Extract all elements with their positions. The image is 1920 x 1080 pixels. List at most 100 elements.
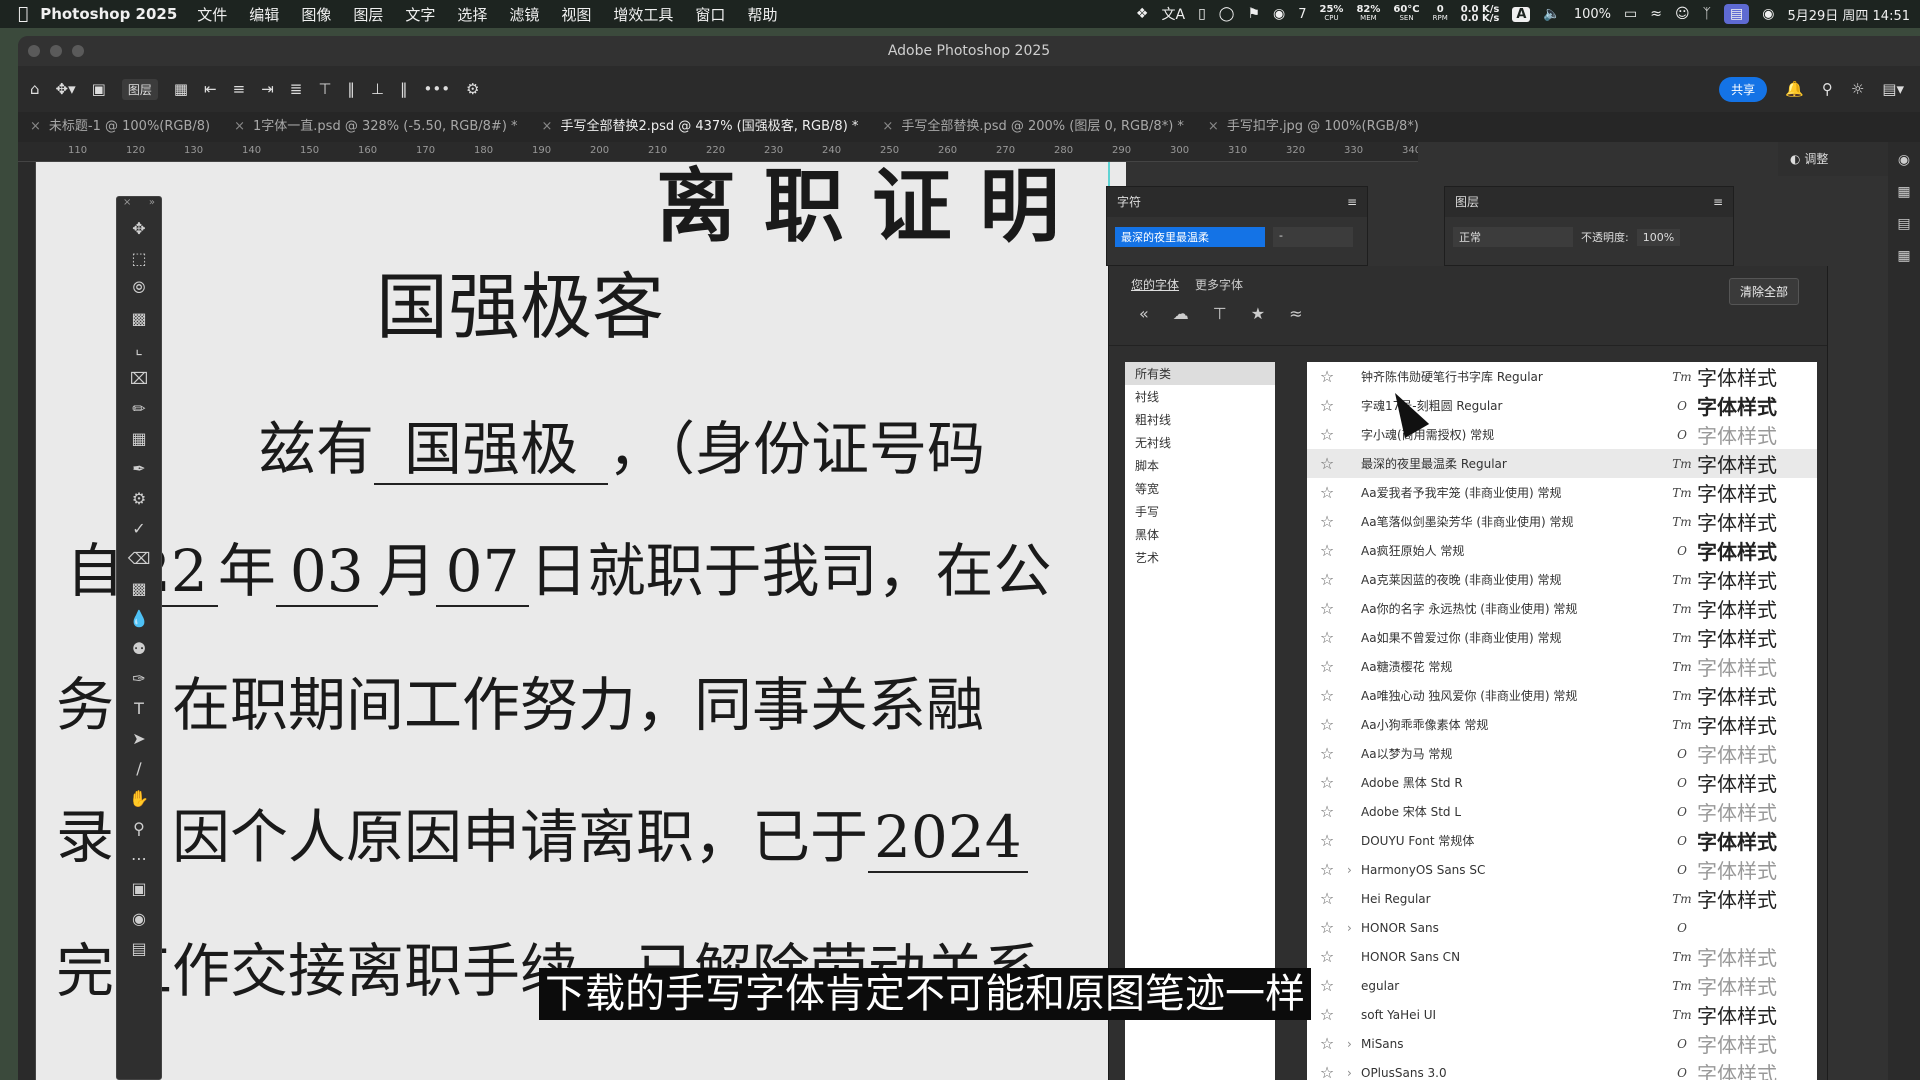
eyedropper-icon[interactable]: ✏ <box>117 393 161 423</box>
font-row[interactable]: ☆ › MiSans O 字体样式 <box>1307 1029 1817 1058</box>
favorite-star-icon[interactable]: ☆ <box>1307 860 1347 879</box>
favorite-star-icon[interactable]: ☆ <box>1307 918 1347 937</box>
layer-select-dropdown[interactable]: 图层 <box>121 78 158 100</box>
brush-tool-icon[interactable]: ✒ <box>117 453 161 483</box>
home-icon[interactable]: ⌂ <box>30 80 40 98</box>
bookmark-icon[interactable]: ⚑ <box>1247 6 1260 22</box>
share-button[interactable]: 共享 <box>1719 76 1768 102</box>
favorite-star-icon[interactable]: ☆ <box>1307 773 1347 792</box>
favorite-star-icon[interactable]: ☆ <box>1307 1034 1347 1053</box>
favorite-star-icon[interactable]: ☆ <box>1307 1005 1347 1024</box>
font-row[interactable]: ☆ soft YaHei UI Tт 字体样式 <box>1307 1000 1817 1029</box>
menu-help[interactable]: 帮助 <box>747 4 777 25</box>
favorite-star-icon[interactable]: ☆ <box>1307 599 1347 618</box>
favorite-star-icon[interactable]: ☆ <box>1307 570 1347 589</box>
category-monospace[interactable]: 等宽 <box>1125 477 1275 500</box>
favorite-star-icon[interactable]: ☆ <box>1307 483 1347 502</box>
hand-tool-icon[interactable]: ✋ <box>117 783 161 813</box>
blur-icon[interactable]: 💧 <box>117 603 161 633</box>
variable-font-icon[interactable]: ⊤ <box>1213 304 1227 323</box>
adjustments-tab[interactable]: ◐ 调整 <box>1778 142 1888 176</box>
favorite-star-icon[interactable]: ☆ <box>1307 396 1347 415</box>
expand-chevron-icon[interactable]: › <box>1347 863 1361 877</box>
menu-type[interactable]: 文字 <box>405 4 435 25</box>
font-row[interactable]: ☆ Aa疯狂原始人 常规 O 字体样式 <box>1307 536 1817 565</box>
history-brush-icon[interactable]: ✓ <box>117 513 161 543</box>
gradient-icon[interactable]: ▩ <box>117 573 161 603</box>
expand-chevron-icon[interactable]: › <box>1347 1037 1361 1051</box>
menu-select[interactable]: 选择 <box>457 4 487 25</box>
battery-icon[interactable]: ▭ <box>1624 6 1637 22</box>
font-row[interactable]: ☆ Aa笔落似剑墨染芳华 (非商业使用) 常规 Tт 字体样式 <box>1307 507 1817 536</box>
expand-chevron-icon[interactable]: › <box>1347 1066 1361 1080</box>
auto-select-icon[interactable]: ▣ <box>92 80 106 98</box>
sen-stat[interactable]: 60°C SEN <box>1393 5 1419 23</box>
healing-brush-icon[interactable]: ▦ <box>117 423 161 453</box>
favorite-star-icon[interactable]: ☆ <box>1307 744 1347 763</box>
favorite-star-icon[interactable]: ☆ <box>1307 367 1347 386</box>
document-canvas[interactable]: 离 职 证 明 国强极客 兹有 国强极 ，（身份证号码 自 22 年 03 月 07 日就职于我… <box>36 162 1126 1080</box>
tab-handwriting-replace-2[interactable]: × 手写全部替换2.psd @ 437% (国强极客, RGB/8) * <box>530 112 871 142</box>
favorite-star-icon[interactable]: ☆ <box>1307 1063 1347 1080</box>
type-tool-icon[interactable]: T <box>117 693 161 723</box>
category-decorative[interactable]: 艺术 <box>1125 546 1275 569</box>
zoom-tool-icon[interactable]: ⚲ <box>117 813 161 843</box>
font-style-dropdown[interactable]: - <box>1273 227 1353 247</box>
font-row[interactable]: ☆ HONOR Sans CN Tт 字体样式 <box>1307 942 1817 971</box>
font-row[interactable]: ☆ Aa你的名字 永远热忱 (非商业使用) 常规 Tт 字体样式 <box>1307 594 1817 623</box>
font-row[interactable]: ☆ Aa小狗乖乖像素体 常规 Tт 字体样式 <box>1307 710 1817 739</box>
blend-mode-dropdown[interactable]: 正常 <box>1453 227 1573 247</box>
close-tab-icon[interactable]: × <box>542 119 553 134</box>
eraser-icon[interactable]: ⌫ <box>117 543 161 573</box>
tab-handwriting-replace[interactable]: × 手写全部替换.psd @ 200% (图层 0, RGB/8*) * <box>870 112 1196 142</box>
app-name[interactable]: Photoshop 2025 <box>40 5 177 23</box>
cloud-filter-icon[interactable]: ☁ <box>1173 304 1189 323</box>
more-tools-icon[interactable]: ⋯ <box>117 843 161 873</box>
search-icon[interactable]: ⚲ <box>1822 80 1833 98</box>
horizontal-ruler[interactable]: 110 120 130 140 150 160 170 180 190 200 … <box>18 142 1418 162</box>
distribute-vertical-icon[interactable]: ‖ <box>400 80 408 98</box>
align-center-icon[interactable]: ≡ <box>233 80 246 98</box>
favorite-star-icon[interactable]: ☆ <box>1307 976 1347 995</box>
menu-image[interactable]: 图像 <box>301 4 331 25</box>
close-icon[interactable]: × <box>123 197 131 213</box>
settings-gear-icon[interactable]: ⚙ <box>466 80 479 98</box>
menu-filter[interactable]: 滤镜 <box>509 4 539 25</box>
wifi-icon[interactable]: ≈ <box>1650 6 1662 22</box>
table-icon[interactable]: ▦ <box>1897 184 1910 200</box>
favorite-star-icon[interactable]: ☆ <box>1307 802 1347 821</box>
transform-controls-icon[interactable]: ▦ <box>174 80 188 98</box>
clear-all-button[interactable]: 清除全部 <box>1728 278 1799 305</box>
user-icon[interactable]: ☺ <box>1675 6 1690 22</box>
app-icon[interactable]: ❖ <box>1136 6 1149 22</box>
close-tab-icon[interactable]: × <box>30 119 41 134</box>
favorite-star-icon[interactable]: ☆ <box>1307 889 1347 908</box>
tab-your-fonts[interactable]: 您的字体 <box>1131 276 1179 293</box>
font-row[interactable]: ☆ Adobe 黑体 Std R O 字体样式 <box>1307 768 1817 797</box>
menu-edit[interactable]: 编辑 <box>249 4 279 25</box>
category-sans-serif[interactable]: 无衬线 <box>1125 431 1275 454</box>
distribute-icon[interactable]: ≣ <box>290 80 303 98</box>
stamp-tool-icon[interactable]: ⚙ <box>117 483 161 513</box>
category-script[interactable]: 脚本 <box>1125 454 1275 477</box>
dodge-icon[interactable]: ⚉ <box>117 633 161 663</box>
frame-tool-icon[interactable]: ⌧ <box>117 363 161 393</box>
category-handwritten[interactable]: 手写 <box>1125 500 1275 523</box>
font-row[interactable]: ☆ Adobe 宋体 Std L O 字体样式 <box>1307 797 1817 826</box>
path-select-icon[interactable]: ➤ <box>117 723 161 753</box>
font-row[interactable]: ☆ 最深的夜里最温柔 Regular Tт 字体样式 <box>1307 449 1817 478</box>
grid-panel-icon[interactable]: ▦ <box>1897 248 1910 264</box>
input-method[interactable]: A <box>1512 6 1531 22</box>
favorite-star-icon[interactable]: ☆ <box>1307 715 1347 734</box>
minimize-window-button[interactable] <box>50 45 62 57</box>
line-tool-icon[interactable]: ∕ <box>117 753 161 783</box>
bluetooth-icon[interactable]: ᛉ <box>1703 6 1711 22</box>
screen-mode-icon[interactable]: ▤ <box>117 933 161 963</box>
favorite-star-icon[interactable]: ☆ <box>1307 454 1347 473</box>
pill-icon[interactable]: ▯ <box>1198 6 1206 22</box>
discover-icon[interactable]: ☼ <box>1851 80 1864 98</box>
move-tool-icon[interactable]: ✥▾ <box>56 80 76 98</box>
opacity-field[interactable]: 100% <box>1636 228 1681 246</box>
font-row[interactable]: ☆ Aa唯独心动 独风爱你 (非商业使用) 常规 Tт 字体样式 <box>1307 681 1817 710</box>
align-bottom-icon[interactable]: ⊥ <box>371 80 384 98</box>
